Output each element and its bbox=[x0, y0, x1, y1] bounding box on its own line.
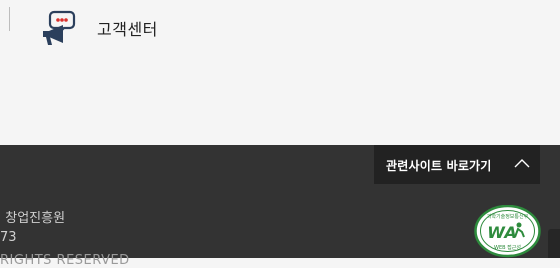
related-sites-label: 관련사이트 바로가기 bbox=[386, 159, 492, 173]
copyright-text: RIGHTS RESERVED bbox=[0, 253, 130, 268]
related-sites-button[interactable]: 관련사이트 바로가기 bbox=[374, 145, 540, 184]
wa-mark-bottom-text: WEB 접근성 bbox=[494, 244, 521, 251]
top-section: 고객센터 bbox=[0, 0, 560, 145]
footer: 관련사이트 바로가기 · 창업진흥원 73 RIGHTS RESERVED 과학… bbox=[0, 145, 560, 268]
wa-mark-main-text: WA bbox=[487, 223, 516, 242]
chevron-up-icon bbox=[514, 159, 530, 168]
megaphone-speech-bubble-icon bbox=[43, 10, 76, 45]
divider bbox=[9, 7, 10, 31]
web-accessibility-mark-icon: 과학기술정보통신부 WA WEB 접근성 bbox=[474, 205, 541, 258]
scroll-to-top-edge[interactable] bbox=[548, 229, 560, 258]
wa-mark-top-text: 과학기술정보통신부 bbox=[487, 213, 529, 220]
footer-number: 73 bbox=[0, 230, 17, 245]
customer-center-label: 고객센터 bbox=[97, 20, 158, 39]
org-name: · 창업진흥원 bbox=[0, 211, 66, 226]
customer-center-link[interactable]: 고객센터 bbox=[40, 8, 158, 48]
